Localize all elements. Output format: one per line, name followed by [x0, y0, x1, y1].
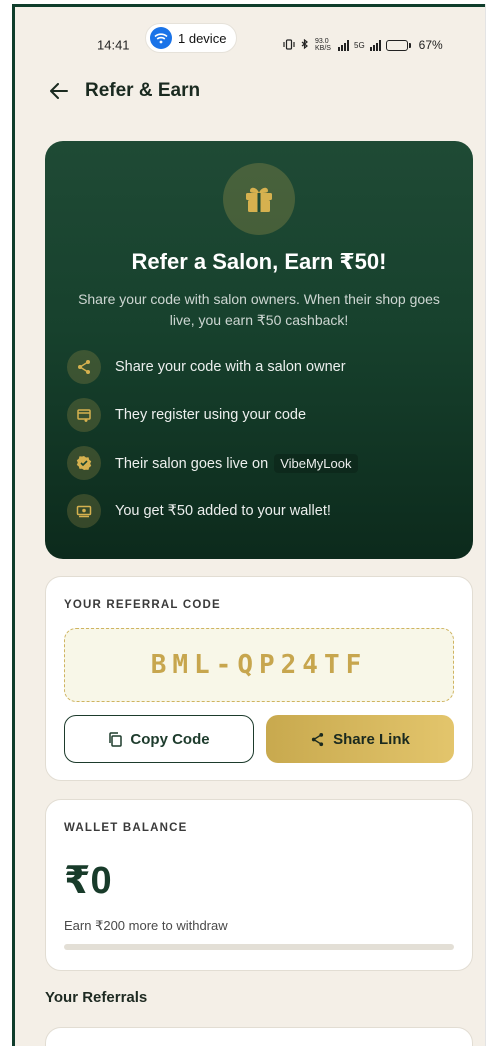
device-label: 1 device [178, 30, 227, 46]
share-icon [67, 350, 101, 384]
step-item: Their salon goes live on VibeMyLook [67, 439, 457, 487]
back-arrow-icon[interactable] [47, 79, 71, 103]
right-pane-edge [485, 4, 498, 1046]
hero-card: Refer a Salon, Earn ₹50! Share your code… [45, 141, 473, 559]
hero-title: Refer a Salon, Earn ₹50! [131, 249, 387, 274]
referral-code: BML-QP24TF [150, 650, 368, 680]
wallet-amount: ₹0 [64, 860, 112, 902]
wallet-note: Earn ₹200 more to withdraw [64, 918, 228, 933]
referral-code-card: YOUR REFERRAL CODE BML-QP24TF Copy Code … [45, 576, 473, 781]
brand-name: VibeMyLook [274, 453, 358, 473]
referral-code-box[interactable]: BML-QP24TF [64, 628, 454, 702]
net-speed: 93.0 KB/S [315, 38, 331, 52]
step-text: You get ₹50 added to your wallet! [115, 503, 331, 519]
status-time: 14:41 [97, 37, 130, 53]
wallet-label: WALLET BALANCE [64, 822, 188, 834]
copy-icon [108, 731, 123, 747]
referral-actions: Copy Code Share Link [64, 715, 454, 763]
battery-percent: 67% [418, 38, 443, 52]
copy-code-label: Copy Code [130, 730, 210, 748]
app-frame: 14:41 1 device 93.0 KB/S 5G 67% Refer & … [12, 4, 490, 1046]
step-item: They register using your code [67, 391, 457, 439]
page-title: Refer & Earn [85, 80, 201, 101]
signal-5g-icon [369, 39, 381, 51]
withdraw-progress-bar [64, 944, 454, 950]
steps-list: Share your code with a salon owner They … [67, 343, 457, 535]
status-bar: 14:41 1 device 93.0 KB/S 5G 67% [15, 7, 487, 59]
step-text: They register using your code [115, 407, 307, 423]
share-icon [310, 732, 325, 747]
step-text-main: Their salon goes live on [115, 455, 269, 472]
bluetooth-icon [300, 38, 310, 52]
share-link-label: Share Link [333, 730, 410, 748]
step-text: Their salon goes live on VibeMyLook [115, 453, 358, 473]
app-header: Refer & Earn [47, 79, 200, 103]
wifi-icon [150, 27, 172, 49]
referrals-list-card [45, 1027, 473, 1046]
step-item: You get ₹50 added to your wallet! [67, 487, 457, 535]
step-item: Share your code with a salon owner [67, 343, 457, 391]
gift-icon [223, 163, 295, 235]
vibrate-icon [283, 38, 295, 52]
hero-subtitle: Share your code with salon owners. When … [78, 291, 440, 328]
share-link-button[interactable]: Share Link [266, 715, 454, 763]
device-pill[interactable]: 1 device [145, 23, 237, 53]
battery-icon [385, 39, 411, 51]
signal-icon [338, 39, 349, 51]
step-text: Share your code with a salon owner [115, 359, 346, 375]
referrals-section-title: Your Referrals [45, 989, 148, 1006]
referral-code-label: YOUR REFERRAL CODE [64, 599, 221, 611]
network-type: 5G [354, 40, 365, 50]
verified-icon [67, 446, 101, 480]
system-icons: 93.0 KB/S 5G 67% [283, 38, 443, 52]
wallet-card: WALLET BALANCE ₹0 Earn ₹200 more to with… [45, 799, 473, 971]
copy-code-button[interactable]: Copy Code [64, 715, 254, 763]
register-icon [67, 398, 101, 432]
wallet-icon [67, 494, 101, 528]
